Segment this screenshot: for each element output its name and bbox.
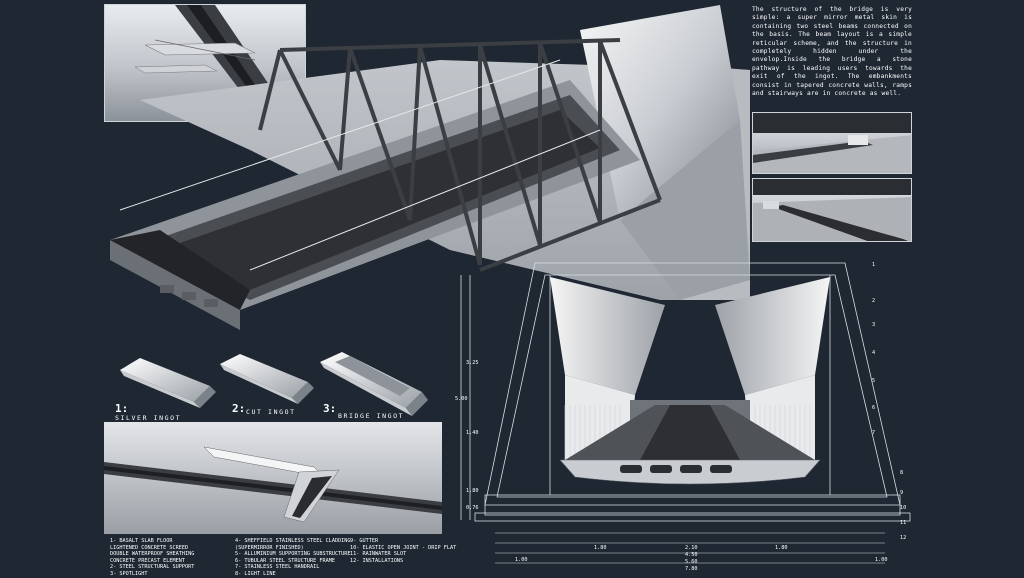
dimension-label-left-2: 5.00 [455, 396, 468, 402]
dimension-label-bottom-1: 1.00 [515, 557, 528, 563]
legend-item: 5- ALLUMINIUM SUPPORTING SUBSTRUCTURE [235, 551, 351, 558]
legend-column-3: 9- GUTTER 10- ELASTIC OPEN JOINT - DRIP … [350, 538, 456, 564]
dimension-label-left-4: 1.80 [466, 488, 479, 494]
legend-item: 11- RAINWATER SLOT [350, 551, 407, 558]
legend-item: 1- BASALT SLAB FLOOR [110, 538, 173, 544]
legend-item: 2- STEEL STRUCTURAL SUPPORT [110, 564, 195, 571]
section-callout-9: 9 [900, 490, 904, 496]
ingot-3-label: BRIDGE INGOT [338, 412, 405, 420]
section-callout-8: 8 [900, 470, 904, 476]
side-view-render-2 [753, 179, 911, 241]
legend-item: 12- INSTALLATIONS [350, 557, 404, 564]
section-callout-3: 3 [872, 322, 876, 328]
section-callout-6: 6 [872, 405, 876, 411]
dimension-label-bottom-7: 7.80 [685, 566, 698, 572]
legend-column-1: 1- BASALT SLAB FLOOR LIGHTENED CONCRETE … [110, 538, 194, 578]
bridge-cross-section-drawing [460, 262, 911, 564]
dimension-label-bottom-5: 4.50 [685, 552, 698, 558]
cut-ingot-model [220, 354, 314, 404]
legend-item: 6- TUBULAR STEEL STRUCTURE FRAME [235, 557, 335, 564]
presentation-board: The structure of the bridge is very simp… [0, 0, 1024, 578]
silver-ingot-model [120, 358, 216, 408]
dimension-label-bottom-8: 1.00 [875, 557, 888, 563]
section-callout-5: 5 [872, 378, 876, 384]
side-view-render-1 [753, 113, 911, 173]
bridge-description: The structure of the bridge is very simp… [752, 6, 912, 98]
dimension-label-bottom-4: 1.80 [775, 545, 788, 551]
legend-item: 10- ELASTIC OPEN JOINT - DRIP FLAT [350, 544, 457, 551]
side-view-thumbnail-2 [752, 178, 912, 242]
section-callout-1: 1 [872, 262, 876, 268]
legend-item: CONCRETE PRECAST ELEMENT [110, 557, 185, 564]
legend-item: 7- STAINLESS STEEL HANDRAIL [235, 564, 320, 571]
ingot-2-number: 2: [232, 402, 246, 415]
side-view-thumbnail-1 [752, 112, 912, 174]
legend-item: 9- GUTTER [350, 538, 379, 544]
legend-item: (SUPERMIRROR FINISHED) [235, 544, 304, 551]
dimension-label-left-5: 0.76 [466, 505, 479, 511]
legend-item: 3- SPOTLIGHT [110, 570, 148, 577]
dimension-label-bottom-6: 5.60 [685, 559, 698, 565]
section-callout-7: 7 [872, 430, 876, 436]
legend-item: LIGHTENED CONCRETE SCREED [110, 544, 189, 551]
ingot-2-label: CUT INGOT [246, 408, 296, 416]
section-callout-2: 2 [872, 298, 876, 304]
dimension-label-left-1: 3.25 [466, 360, 479, 366]
legend-item: 4- SHEFFIELD STAINLESS STEEL CLADDING [235, 538, 351, 544]
ingot-3-number: 3: [323, 402, 337, 415]
legend-item: 8- LIGHT LINE [235, 570, 276, 577]
legend-column-2: 4- SHEFFIELD STAINLESS STEEL CLADDING (S… [235, 538, 351, 578]
section-callout-11: 11 [900, 520, 907, 526]
ingot-1-label: SILVER INGOT [115, 414, 182, 422]
section-callout-4: 4 [872, 350, 876, 356]
section-callout-12: 12 [900, 535, 907, 541]
legend-item: DOUBLE WATERPROOF SHEATHING [110, 551, 195, 558]
dimension-label-bottom-3: 2.10 [685, 545, 698, 551]
section-callout-10: 10 [900, 505, 907, 511]
dimension-label-bottom-2: 1.80 [594, 545, 607, 551]
site-context-render [104, 422, 442, 534]
dimension-label-left-3: 1.40 [466, 430, 479, 436]
